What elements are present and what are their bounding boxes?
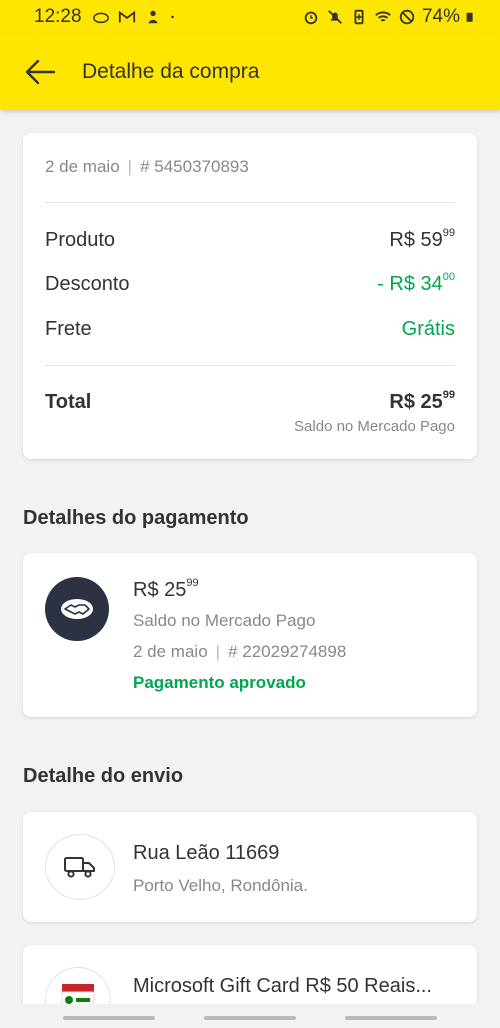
row-label: Frete: [45, 318, 92, 340]
row-total: Total R$ 2599: [45, 389, 455, 414]
row-label: Desconto: [45, 273, 130, 295]
cloud-icon: [92, 12, 109, 24]
gmail-icon: [118, 10, 135, 23]
shipping-avatar: [45, 834, 115, 900]
shipping-card[interactable]: Rua Leão 11669 Porto Velho, Rondônia.: [23, 812, 477, 922]
status-right-icons: 74%: [302, 6, 478, 28]
meta-separator: |: [127, 157, 133, 176]
row-value: - R$ 3400: [377, 271, 455, 295]
alarm-icon: [304, 11, 318, 25]
status-bar: 12:28 74%: [0, 0, 500, 34]
payment-transaction: # 22029274898: [228, 642, 347, 661]
paid-with: Saldo no Mercado Pago: [294, 418, 455, 435]
order-number: # 5450370893: [140, 157, 249, 176]
row-produto: Produto R$ 5999: [45, 227, 455, 252]
row-value: Grátis: [401, 318, 455, 340]
total-label: Total: [45, 391, 92, 413]
arrow-left-icon: [25, 59, 56, 85]
shipping-section-title: Detalhe do envio: [23, 765, 184, 787]
status-left-icons: [92, 8, 180, 26]
nav-pill-right[interactable]: [345, 1016, 437, 1020]
meta-separator: |: [215, 642, 221, 661]
payment-method: Saldo no Mercado Pago: [133, 611, 316, 630]
mute-icon: [328, 10, 342, 24]
payment-status: Pagamento aprovado: [133, 673, 306, 692]
notification-icon: [148, 10, 158, 24]
order-meta: 2 de maio | # 5450370893: [45, 157, 249, 177]
row-desconto: Desconto - R$ 3400: [45, 271, 455, 296]
shipping-street: Rua Leão 11669: [133, 842, 280, 864]
product-title: Microsoft Gift Card R$ 50 Reais...: [133, 975, 432, 997]
page-title: Detalhe da compra: [82, 60, 260, 83]
status-time: 12:28: [34, 6, 82, 27]
nav-pill-left[interactable]: [63, 1016, 155, 1020]
row-label: Produto: [45, 229, 116, 251]
back-button[interactable]: [12, 44, 68, 100]
wifi-icon: [375, 11, 391, 22]
nav-pill-center[interactable]: [204, 1016, 296, 1020]
divider: [45, 365, 455, 366]
payment-date: 2 de maio: [133, 642, 208, 661]
row-frete: Frete Grátis: [45, 318, 455, 341]
dot-icon: [170, 15, 174, 19]
payment-section-title: Detalhes do pagamento: [23, 507, 249, 529]
payment-amount: R$ 2599: [133, 577, 199, 601]
payment-avatar: [45, 577, 109, 641]
payment-card[interactable]: R$ 2599 Saldo no Mercado Pago 2 de maio |…: [23, 553, 477, 717]
truck-icon: [64, 857, 95, 878]
battery-saver-icon: [354, 9, 364, 25]
order-date: 2 de maio: [45, 157, 120, 176]
shipping-city: Porto Velho, Rondônia.: [133, 876, 308, 895]
payment-meta: 2 de maio | # 22029274898: [133, 642, 346, 662]
handshake-icon: [61, 599, 93, 619]
gesture-nav-bar: [0, 1004, 500, 1028]
battery-percent: 74%: [421, 6, 460, 27]
divider: [45, 202, 455, 203]
total-value: R$ 2599: [389, 389, 455, 413]
row-value: R$ 5999: [389, 227, 455, 251]
dnd-icon: [399, 9, 415, 25]
battery-icon: [466, 12, 473, 22]
purchase-summary-card: 2 de maio | # 5450370893 Produto R$ 5999 D…: [23, 133, 477, 459]
app-bar: Detalhe da compra: [0, 34, 500, 110]
